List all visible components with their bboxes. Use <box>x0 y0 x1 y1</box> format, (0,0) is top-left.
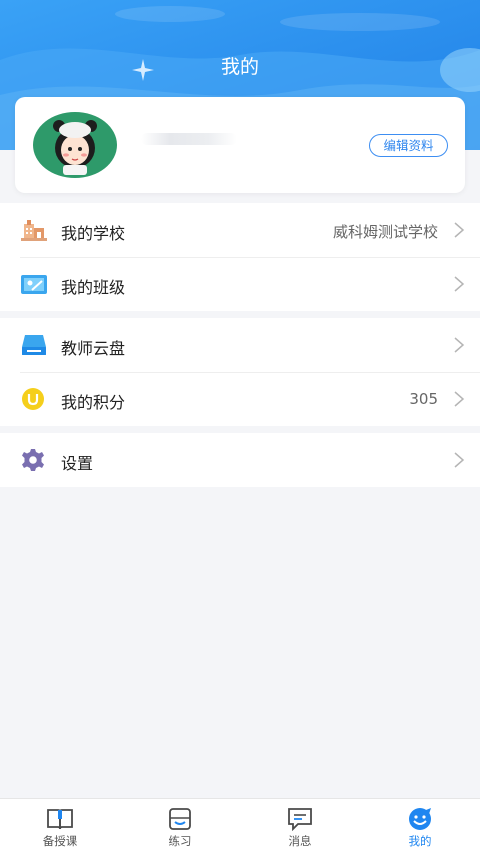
menu-item-label: 教师云盘 <box>61 339 126 358</box>
menu-group-cloud: 教师云盘 我的积分 305 <box>0 318 480 426</box>
menu-item-settings[interactable]: 设置 <box>0 433 480 487</box>
tab-lesson-prep[interactable]: 备授课 <box>0 799 120 853</box>
tab-messages[interactable]: 消息 <box>240 799 360 853</box>
message-icon <box>288 808 312 831</box>
tab-label: 我的 <box>408 834 432 848</box>
menu-item-label: 我的学校 <box>61 224 126 243</box>
tab-mine[interactable]: 我的 <box>360 799 480 853</box>
menu-item-label: 我的积分 <box>61 393 126 412</box>
tab-label: 消息 <box>288 834 312 848</box>
menu-item-label: 我的班级 <box>61 278 126 297</box>
menu-item-my-points[interactable]: 我的积分 305 <box>0 372 480 426</box>
avatar[interactable] <box>33 112 117 178</box>
edit-profile-button[interactable]: 编辑资料 <box>369 134 448 157</box>
menu-group-settings: 设置 <box>0 433 480 487</box>
book-icon <box>47 809 73 830</box>
menu-group-school: 我的学校 威科姆测试学校 我的班级 <box>0 203 480 311</box>
profile-card: 编辑资料 <box>15 97 465 193</box>
gear-icon <box>22 449 44 471</box>
chevron-right-icon <box>454 337 465 353</box>
page-title: 我的 <box>220 56 259 78</box>
points-value: 305 <box>409 390 438 408</box>
school-building-icon <box>21 220 47 241</box>
tab-label: 备授课 <box>42 834 78 848</box>
chevron-right-icon <box>454 391 465 407</box>
chevron-right-icon <box>454 452 465 468</box>
tab-practice[interactable]: 练习 <box>120 799 240 853</box>
menu-item-my-class[interactable]: 我的班级 <box>0 257 480 311</box>
bottom-tab-bar: 备授课 练习 消息 我的 <box>0 798 480 853</box>
tab-label: 练习 <box>168 834 192 848</box>
menu-item-teacher-cloud-disk[interactable]: 教师云盘 <box>0 318 480 372</box>
school-name-value: 威科姆测试学校 <box>332 223 438 241</box>
user-name-redacted <box>141 133 237 145</box>
menu-item-my-school[interactable]: 我的学校 威科姆测试学校 <box>0 203 480 257</box>
chevron-right-icon <box>454 222 465 238</box>
chevron-right-icon <box>454 276 465 292</box>
mine-face-icon <box>409 808 431 830</box>
menu-item-label: 设置 <box>61 454 94 473</box>
cloud-disk-icon <box>22 335 46 355</box>
points-coin-icon <box>22 388 44 410</box>
classroom-board-icon <box>21 275 47 294</box>
practice-icon <box>169 808 191 830</box>
